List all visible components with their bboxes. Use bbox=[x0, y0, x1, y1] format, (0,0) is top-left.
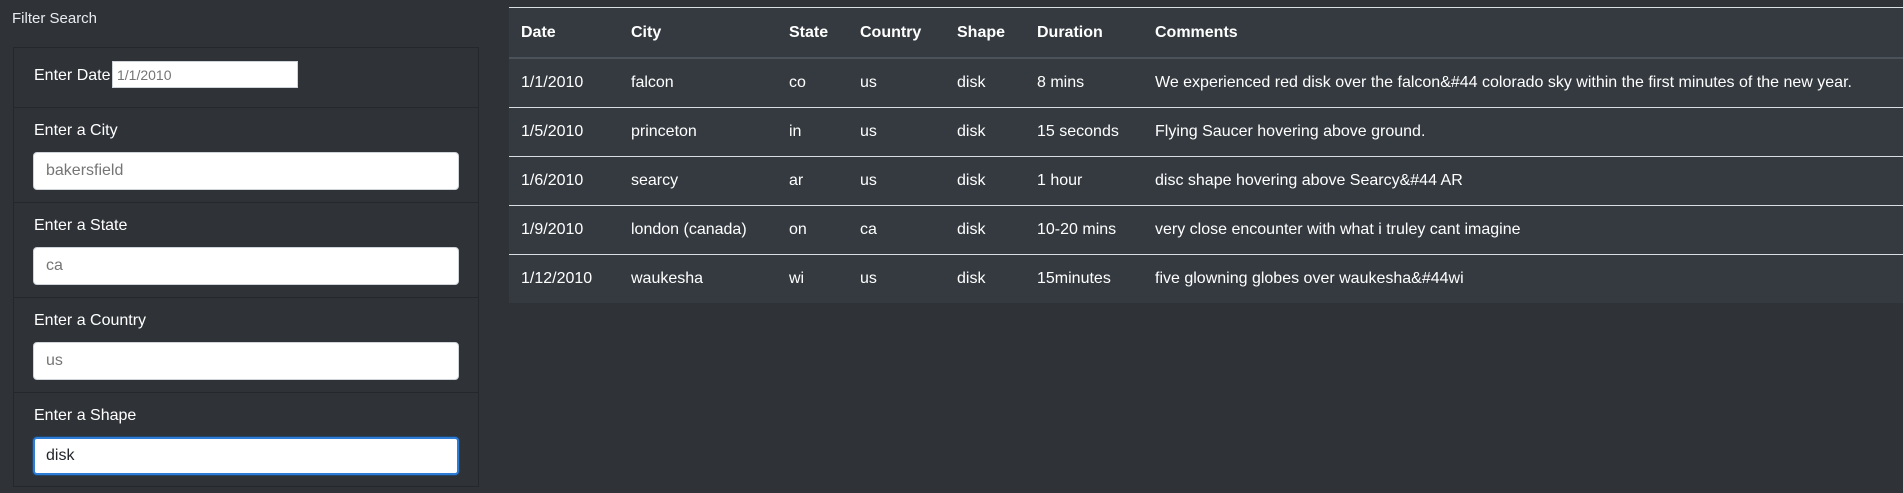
duration-cell: 15minutes bbox=[1037, 254, 1155, 303]
comments-cell: five glowning globes over waukesha&#44wi bbox=[1155, 254, 1903, 303]
duration-cell: 1 hour bbox=[1037, 156, 1155, 206]
country-cell: us bbox=[860, 156, 957, 206]
table-row: 1/6/2010 searcy ar us disk 1 hour disc s… bbox=[509, 156, 1903, 206]
table-row: 1/5/2010 princeton in us disk 15 seconds… bbox=[509, 107, 1903, 157]
shape-column-header: Shape bbox=[957, 8, 1037, 59]
country-filter-label: Enter a Country bbox=[34, 312, 147, 329]
comments-cell: disc shape hovering above Searcy&#44 AR bbox=[1155, 156, 1903, 206]
comments-cell: Flying Saucer hovering above ground. bbox=[1155, 107, 1903, 157]
date-cell: 1/12/2010 bbox=[509, 254, 631, 303]
duration-cell: 8 mins bbox=[1037, 74, 1085, 91]
city-cell: falcon bbox=[631, 74, 674, 91]
duration-cell: 15 seconds bbox=[1037, 107, 1155, 157]
table-row: 1/12/2010 waukesha wi us disk 15minutes … bbox=[509, 254, 1903, 303]
date-filter-row: Enter Date bbox=[14, 48, 478, 108]
shape-cell: disk bbox=[957, 254, 1037, 303]
comments-cell: very close encounter with what i truley … bbox=[1155, 205, 1903, 255]
ufo-sightings-page: Filter Search Enter Date Enter a City En… bbox=[0, 0, 1903, 493]
duration-column-header: Duration bbox=[1037, 8, 1155, 59]
date-column-header: Date bbox=[509, 8, 631, 59]
state-column-header: State bbox=[789, 8, 860, 59]
city-column-header: City bbox=[631, 8, 789, 59]
city-input[interactable] bbox=[33, 152, 459, 190]
state-cell: in bbox=[789, 107, 860, 157]
country-input[interactable] bbox=[33, 342, 459, 380]
city-cell: princeton bbox=[631, 107, 789, 157]
city-filter-row: Enter a City bbox=[14, 108, 478, 203]
comments-column-header: Comments bbox=[1155, 8, 1903, 59]
country-cell: ca bbox=[860, 205, 957, 255]
state-filter-row: Enter a State bbox=[14, 203, 478, 298]
filter-search-title: Filter Search bbox=[12, 10, 98, 27]
table-row: 1/1/2010 falcon co us disk 8 mins We exp… bbox=[509, 58, 1903, 108]
table-row: 1/9/2010 london (canada) on ca disk 10-2… bbox=[509, 205, 1903, 255]
state-cell: on bbox=[789, 205, 860, 255]
shape-cell: disk bbox=[957, 74, 986, 91]
state-cell: ar bbox=[789, 156, 860, 206]
city-cell: searcy bbox=[631, 156, 789, 206]
date-cell: 1/5/2010 bbox=[509, 107, 631, 157]
date-input[interactable] bbox=[112, 61, 298, 88]
city-filter-label: Enter a City bbox=[34, 122, 118, 139]
filter-panel: Enter Date Enter a City Enter a State En… bbox=[13, 47, 479, 487]
city-cell: london (canada) bbox=[631, 205, 789, 255]
date-cell: 1/9/2010 bbox=[509, 205, 631, 255]
country-filter-row: Enter a Country bbox=[14, 298, 478, 393]
sightings-table-container: Date City State Country Shape Duration C… bbox=[509, 7, 1903, 303]
duration-cell: 10-20 mins bbox=[1037, 205, 1155, 255]
shape-cell: disk bbox=[957, 107, 1037, 157]
shape-filter-label: Enter a Shape bbox=[34, 407, 137, 424]
date-cell: 1/1/2010 bbox=[521, 74, 584, 91]
shape-cell: disk bbox=[957, 156, 1037, 206]
date-cell: 1/6/2010 bbox=[509, 156, 631, 206]
date-filter-label: Enter Date bbox=[34, 67, 111, 84]
comments-cell: We experienced red disk over the falcon&… bbox=[1155, 74, 1852, 91]
shape-input[interactable] bbox=[33, 437, 459, 475]
table-header-row: Date City State Country Shape Duration C… bbox=[509, 8, 1903, 59]
sightings-table: Date City State Country Shape Duration C… bbox=[509, 8, 1903, 303]
state-input[interactable] bbox=[33, 247, 459, 285]
shape-cell: disk bbox=[957, 205, 1037, 255]
country-cell: us bbox=[860, 74, 877, 91]
shape-filter-row: Enter a Shape bbox=[14, 393, 478, 487]
country-cell: us bbox=[860, 254, 957, 303]
country-cell: us bbox=[860, 107, 957, 157]
state-filter-label: Enter a State bbox=[34, 217, 128, 234]
state-cell: wi bbox=[789, 254, 860, 303]
city-cell: waukesha bbox=[631, 254, 789, 303]
state-cell: co bbox=[789, 74, 806, 91]
country-column-header: Country bbox=[860, 8, 957, 59]
